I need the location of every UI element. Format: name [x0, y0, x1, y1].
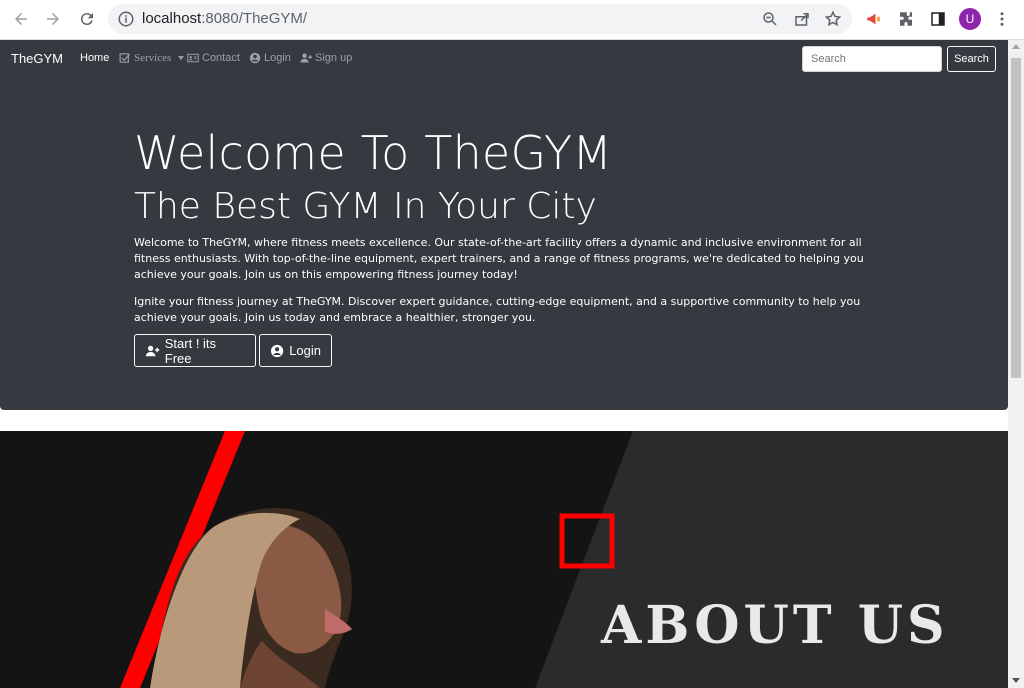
nav-item-services[interactable]: Services: [119, 52, 185, 64]
hero-paragraph-2: Ignite your fitness journey at TheGYM. D…: [134, 295, 861, 324]
contact-card-icon: [187, 53, 199, 63]
nav-item-contact[interactable]: Contact: [187, 52, 240, 64]
nav-item-home[interactable]: Home: [80, 52, 109, 64]
nav-item-signup[interactable]: Sign up: [300, 52, 352, 64]
kebab-menu-icon[interactable]: [993, 10, 1011, 28]
page-scrollbar[interactable]: [1008, 40, 1024, 688]
megaphone-icon[interactable]: [865, 10, 883, 28]
hero-login-button[interactable]: Login: [259, 334, 332, 367]
reload-button[interactable]: [74, 6, 100, 32]
extensions-icon[interactable]: [897, 10, 915, 28]
nav-item-label: Sign up: [315, 52, 353, 64]
site-navbar: TheGYM Home Services Contact Login Sign …: [0, 40, 1008, 78]
url-host: localhost: [142, 10, 202, 27]
zoom-icon[interactable]: [761, 10, 779, 28]
start-free-label: Start ! its Free: [164, 335, 217, 366]
navbar-brand[interactable]: TheGYM: [11, 51, 63, 66]
arrow-left-icon: [15, 13, 27, 25]
hero-login-label: Login: [289, 343, 321, 358]
hero-paragraph-1: Welcome to TheGYM, where fitness meets e…: [134, 236, 864, 281]
profile-avatar[interactable]: U: [959, 8, 981, 30]
nav-item-label: Home: [80, 52, 110, 64]
address-bar[interactable]: localhost:8080/TheGYM/: [108, 4, 852, 34]
browser-toolbar: localhost:8080/TheGYM/ U: [0, 0, 1024, 40]
start-free-button[interactable]: Start ! its Free: [134, 334, 256, 367]
search-button[interactable]: Search: [947, 46, 996, 72]
side-panel-icon[interactable]: [929, 10, 947, 28]
page-viewport: TheGYM Home Services Contact Login Sign …: [0, 40, 1008, 688]
hero-title: Welcome To TheGYM: [134, 126, 613, 180]
scroll-thumb[interactable]: [1011, 58, 1021, 378]
about-section: ABOUT US: [0, 431, 1008, 688]
reload-icon: [80, 13, 93, 26]
checkbox-icon: [119, 53, 130, 63]
url-text: localhost:8080/TheGYM/: [142, 10, 307, 27]
search-input[interactable]: [802, 46, 942, 72]
about-title: ABOUT US: [601, 595, 949, 656]
back-button[interactable]: [8, 6, 34, 32]
user-plus-icon: [300, 53, 312, 63]
nav-item-label: Login: [264, 52, 291, 64]
scroll-up-icon[interactable]: [1012, 44, 1020, 49]
info-icon[interactable]: [117, 10, 135, 28]
url-path: :8080/TheGYM/: [201, 10, 308, 27]
forward-button[interactable]: [40, 6, 66, 32]
user-circle-icon: [249, 52, 261, 64]
arrow-right-icon: [47, 13, 59, 25]
hero-subtitle: The Best GYM In Your City: [134, 186, 597, 227]
chevron-down-icon: [178, 56, 185, 60]
user-plus-icon: [145, 345, 160, 356]
user-circle-icon: [270, 344, 284, 357]
scroll-down-icon[interactable]: [1012, 678, 1020, 683]
nav-item-login[interactable]: Login: [249, 52, 291, 64]
hero-jumbotron: Welcome To TheGYM The Best GYM In Your C…: [0, 78, 1008, 410]
share-icon[interactable]: [793, 10, 811, 28]
nav-item-label: Contact: [202, 52, 240, 64]
nav-item-label: Services: [134, 52, 172, 64]
bookmark-star-icon[interactable]: [824, 10, 842, 28]
